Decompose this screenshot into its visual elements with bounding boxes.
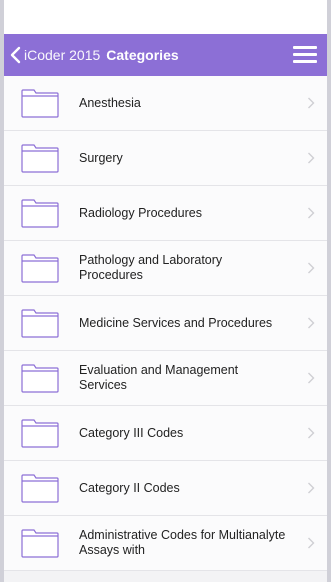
chevron-right-icon <box>308 427 315 439</box>
list-item[interactable]: Category III Codes <box>4 406 327 461</box>
back-button-label: iCoder 2015 <box>24 47 101 63</box>
menu-button[interactable] <box>293 43 317 67</box>
chevron-right-icon <box>308 317 315 329</box>
folder-icon <box>21 529 59 558</box>
hamburger-line <box>293 60 317 63</box>
list-item-label: Surgery <box>79 150 123 165</box>
hamburger-menu-icon <box>293 46 317 49</box>
folder-icon <box>21 144 59 173</box>
app-screen: iCoder 2015 Categories Anesthesia Surger… <box>0 0 331 582</box>
list-item[interactable]: Evaluation and Management Services <box>4 351 327 406</box>
list-item[interactable]: Category II Codes <box>4 461 327 516</box>
list-item-label: Anesthesia <box>79 95 141 110</box>
chevron-right-icon <box>308 152 315 164</box>
list-item-label: Radiology Procedures <box>79 205 202 220</box>
list-item[interactable]: Surgery <box>4 131 327 186</box>
chevron-right-icon <box>308 207 315 219</box>
chevron-right-icon <box>308 97 315 109</box>
back-button[interactable]: iCoder 2015 <box>10 34 100 76</box>
chevron-right-icon <box>308 372 315 384</box>
list-item-label: Category III Codes <box>79 425 184 440</box>
list-item[interactable]: Pathology and Laboratory Procedures <box>4 241 327 296</box>
folder-icon <box>21 419 59 448</box>
list-item-label: Category II Codes <box>79 480 180 495</box>
chevron-right-icon <box>308 262 315 274</box>
list-item-label: Pathology and Laboratory Procedures <box>79 253 223 282</box>
folder-icon <box>21 254 59 283</box>
list-item[interactable]: Administrative Codes for Multianalyte As… <box>4 516 327 571</box>
list-item[interactable]: Medicine Services and Procedures <box>4 296 327 351</box>
folder-icon <box>21 309 59 338</box>
status-bar-area <box>4 0 327 34</box>
chevron-right-icon <box>308 482 315 494</box>
chevron-right-icon <box>308 537 315 549</box>
folder-icon <box>21 364 59 393</box>
folder-icon <box>21 474 59 503</box>
list-item[interactable]: Radiology Procedures <box>4 186 327 241</box>
navigation-bar: iCoder 2015 Categories <box>4 34 327 76</box>
list-item-label: Medicine Services and Procedures <box>79 315 273 330</box>
category-list: Anesthesia Surgery Radiology Procedures <box>4 76 327 571</box>
list-item[interactable]: Anesthesia <box>4 76 327 131</box>
chevron-left-icon <box>10 46 21 64</box>
list-item-label: Administrative Codes for Multianalyte As… <box>79 528 286 557</box>
page-title: Categories <box>106 47 179 63</box>
folder-icon <box>21 199 59 228</box>
hamburger-line <box>293 53 317 56</box>
folder-icon <box>21 89 59 118</box>
list-item-label: Evaluation and Management Services <box>79 363 239 392</box>
